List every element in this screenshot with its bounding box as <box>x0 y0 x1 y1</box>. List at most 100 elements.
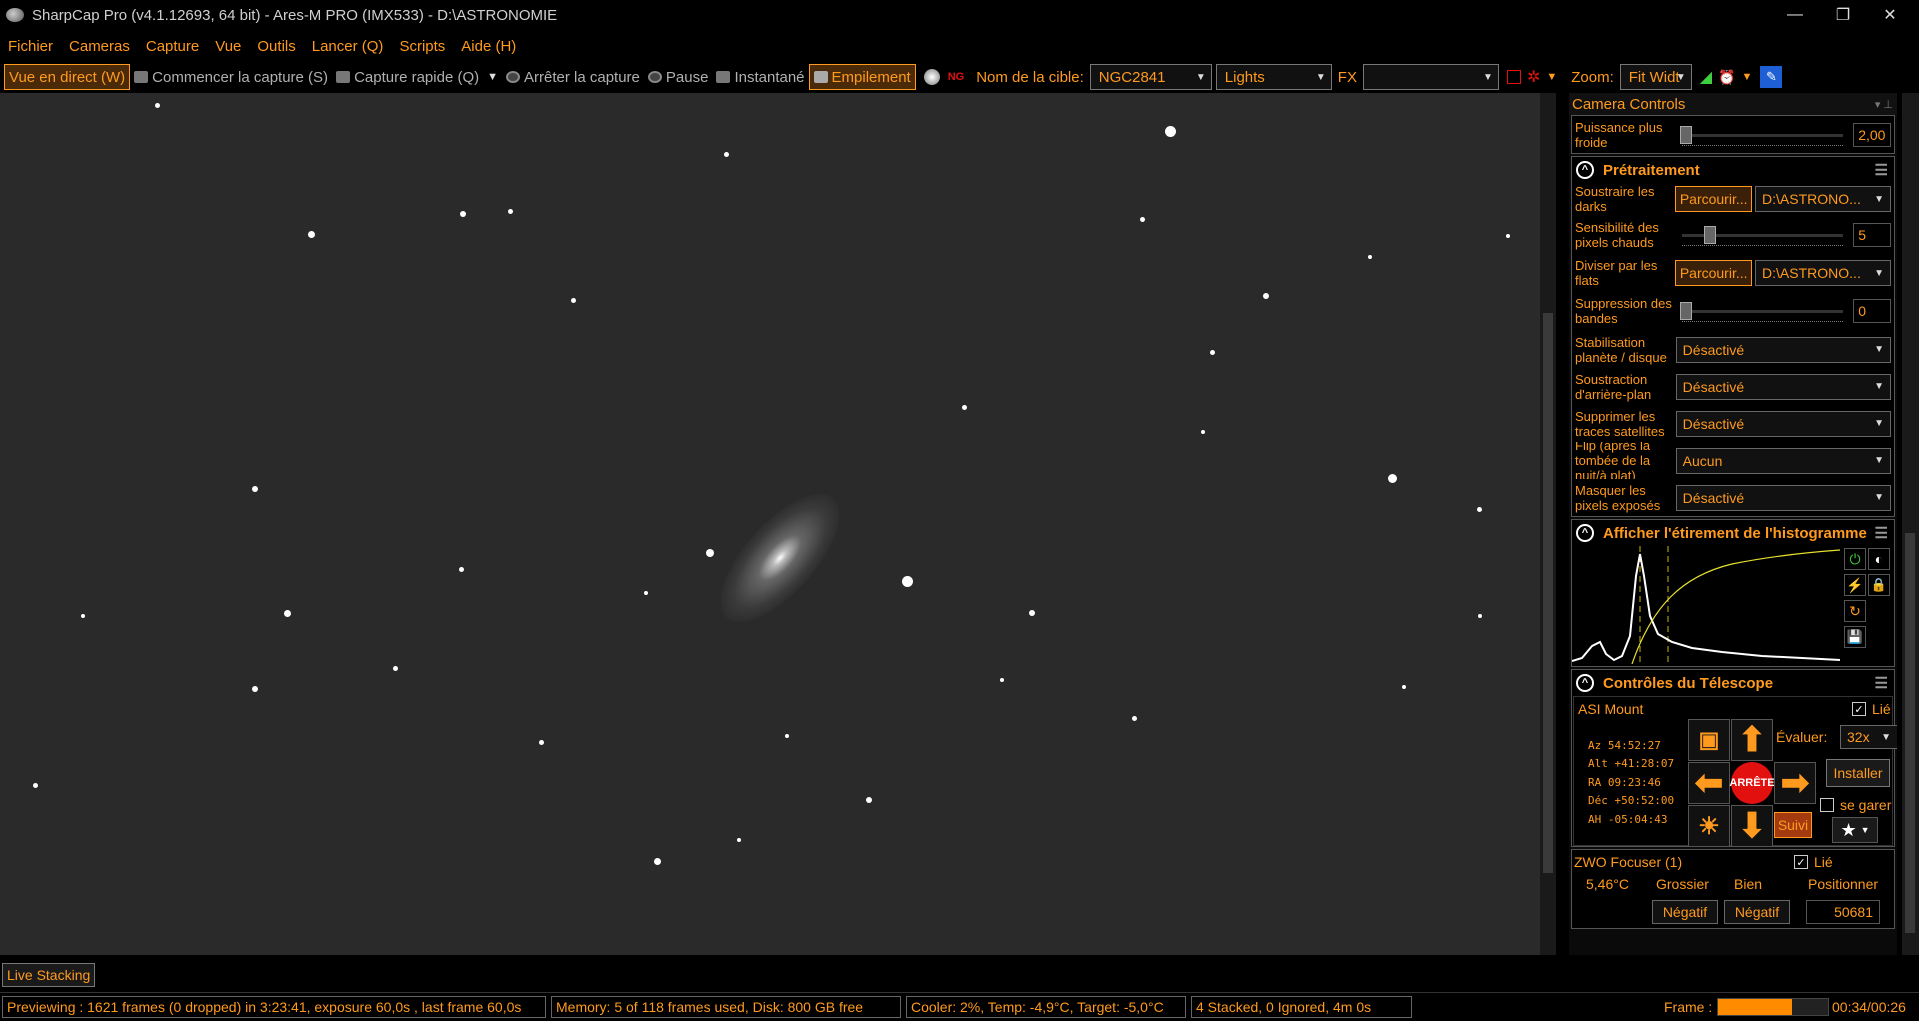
start-capture-button[interactable]: Commencer la capture (S) <box>130 64 332 90</box>
panel-scroll-thumb[interactable] <box>1905 533 1915 933</box>
collapse-icon[interactable]: ^ <box>1576 524 1594 542</box>
live-view-label: Vue en direct (W) <box>9 68 126 86</box>
stacking-button[interactable]: Empilement <box>808 64 916 90</box>
flats-path-select[interactable]: D:\ASTRONO... ▼ <box>1755 260 1891 286</box>
maximize-button[interactable]: ❐ <box>1820 0 1866 30</box>
pin-icon[interactable]: ▾ ⊥ <box>1875 98 1893 111</box>
minimize-button[interactable]: — <box>1772 0 1818 30</box>
telescope-header[interactable]: ^ Contrôles du Télescope ☰ <box>1572 670 1894 696</box>
arrow-left-icon[interactable]: ⬅ <box>1688 762 1730 804</box>
hamburger-menu-icon[interactable]: ☰ <box>1875 674 1888 692</box>
hot-pixels-value[interactable]: 5 <box>1853 223 1891 247</box>
preprocessing-header[interactable]: ^ Prétraitement ☰ <box>1572 157 1894 183</box>
menu-scripts[interactable]: Scripts <box>391 38 453 55</box>
sharpcap-logo-icon <box>6 8 24 22</box>
focuser-negative-coarse-button[interactable]: Négatif <box>1652 900 1718 924</box>
hamburger-menu-icon[interactable]: ☰ <box>1875 524 1888 542</box>
quick-capture-button[interactable]: Capture rapide (Q) ▼ <box>332 64 502 90</box>
mask-select[interactable]: Désactivé ▼ <box>1675 484 1891 511</box>
satellite-select[interactable]: Désactivé ▼ <box>1675 410 1891 437</box>
image-viewport[interactable] <box>0 93 1556 955</box>
frame-type-select[interactable]: Lights ▼ <box>1215 64 1332 90</box>
planet-icon[interactable] <box>923 69 940 85</box>
darks-path-select[interactable]: D:\ASTRONO... ▼ <box>1755 186 1891 212</box>
menu-fichier[interactable]: Fichier <box>0 38 61 55</box>
focuser-negative-fine-button[interactable]: Négatif <box>1724 900 1790 924</box>
chevron-down-icon[interactable]: ▼ <box>1546 71 1557 83</box>
track-button[interactable]: Suivi <box>1774 812 1812 838</box>
menu-outils[interactable]: Outils <box>249 38 303 55</box>
collapse-icon[interactable]: ^ <box>1576 161 1594 179</box>
collapse-icon[interactable]: ^ <box>1576 674 1594 692</box>
cooler-power-slider[interactable] <box>1678 120 1847 150</box>
banding-slider[interactable] <box>1678 296 1847 326</box>
chevron-down-icon[interactable]: ▼ <box>487 71 498 83</box>
arrow-down-icon[interactable]: ⬇ <box>1731 805 1773 847</box>
tab-live-stacking[interactable]: Live Stacking <box>2 963 96 987</box>
sun-icon[interactable]: ☀ <box>1688 805 1730 847</box>
spiral-search-icon[interactable]: ▣ <box>1688 719 1730 761</box>
histogram-icon[interactable]: ◢ <box>1700 67 1712 87</box>
live-view-button[interactable]: Vue en direct (W) <box>4 64 131 90</box>
arrow-up-icon[interactable]: ⬆ <box>1731 719 1773 761</box>
pause-button[interactable]: Pause <box>644 64 713 90</box>
focuser-position-value[interactable]: 50681 <box>1806 900 1880 924</box>
install-button[interactable]: Installer <box>1826 759 1890 787</box>
rate-select[interactable]: 32x ▼ <box>1840 725 1897 749</box>
hamburger-menu-icon[interactable]: ☰ <box>1875 161 1888 179</box>
menu-lancer[interactable]: Lancer (Q) <box>304 38 392 55</box>
arrow-right-icon[interactable]: ➡ <box>1774 762 1816 804</box>
chevron-down-icon[interactable]: ▼ <box>1742 71 1753 83</box>
stop-capture-button[interactable]: Arrêter la capture <box>502 64 644 90</box>
lock-icon[interactable]: 🔒 <box>1868 574 1890 596</box>
banding-row: Suppression des bandes 0 <box>1572 291 1894 331</box>
contrast-icon[interactable]: ◐ <box>1868 548 1890 570</box>
menu-aide[interactable]: Aide (H) <box>453 38 524 55</box>
fx-select[interactable]: ▼ <box>1362 64 1499 90</box>
crosshair-icon[interactable]: ✲ <box>1527 67 1540 87</box>
histogram-header[interactable]: ^ Afficher l'étirement de l'histogramme … <box>1572 520 1894 546</box>
zoom-select[interactable]: Fit Widt ▼ <box>1619 64 1692 90</box>
save-icon[interactable]: 💾 <box>1844 626 1866 648</box>
stabilization-select[interactable]: Désactivé ▼ <box>1675 336 1891 363</box>
menu-cameras[interactable]: Cameras <box>61 38 138 55</box>
close-button[interactable]: ✕ <box>1867 0 1913 30</box>
menu-vue[interactable]: Vue <box>207 38 249 55</box>
mount-linked-checkbox[interactable]: ✓ Lié <box>1852 701 1891 717</box>
quick-capture-label: Capture rapide (Q) <box>354 68 480 86</box>
star-goto-icon[interactable]: ★ ▼ <box>1832 817 1878 843</box>
park-checkbox[interactable]: se garer <box>1820 797 1891 813</box>
viewport-scrollbar[interactable] <box>1540 93 1556 955</box>
flats-browse-button[interactable]: Parcourir... <box>1675 260 1753 286</box>
darks-browse-button[interactable]: Parcourir... <box>1675 186 1753 212</box>
star <box>284 610 291 617</box>
preprocessing-group: ^ Prétraitement ☰ Soustraire les darks P… <box>1571 156 1895 517</box>
star <box>1000 678 1004 682</box>
background-row: Soustraction d'arrière-plan Désactivé ▼ <box>1572 368 1894 405</box>
target-select[interactable]: NGC2841 ▼ <box>1089 64 1212 90</box>
darks-label: Soustraire les darks <box>1575 184 1655 214</box>
power-icon[interactable]: ⏻ <box>1844 548 1866 570</box>
banding-value[interactable]: 0 <box>1853 299 1891 323</box>
hot-pixels-slider[interactable] <box>1678 220 1847 250</box>
viewport-scroll-thumb[interactable] <box>1543 313 1553 873</box>
focuser-fine-label: Bien <box>1734 876 1763 892</box>
star <box>459 567 464 572</box>
histogram-display[interactable]: ⏻ ◐ ⚡ 🔒 ↻ 💾 <box>1572 546 1894 666</box>
annotation-icon[interactable]: NG <box>948 71 965 83</box>
sharpcap-feature-icon[interactable]: ✎ <box>1760 66 1783 88</box>
menu-capture[interactable]: Capture <box>138 38 207 55</box>
reset-icon[interactable]: ↻ <box>1844 600 1866 622</box>
flip-select[interactable]: Aucun ▼ <box>1675 447 1891 474</box>
chevron-down-icon: ▼ <box>1874 455 1884 466</box>
auto-stretch-icon[interactable]: ⚡ <box>1844 574 1866 596</box>
stop-mount-button[interactable]: ARRÊTE <box>1729 762 1775 804</box>
reticle-icon[interactable] <box>1506 70 1521 84</box>
panel-scrollbar[interactable] <box>1902 93 1919 955</box>
cooler-power-value[interactable]: 2,00 <box>1853 122 1891 147</box>
background-select[interactable]: Désactivé ▼ <box>1675 373 1891 400</box>
alarm-icon[interactable]: ⏰ <box>1718 69 1735 86</box>
zoom-label: Zoom: <box>1571 68 1614 86</box>
snapshot-button[interactable]: Instantané <box>712 64 808 90</box>
focuser-linked-checkbox[interactable]: ✓ Lié <box>1794 854 1833 870</box>
